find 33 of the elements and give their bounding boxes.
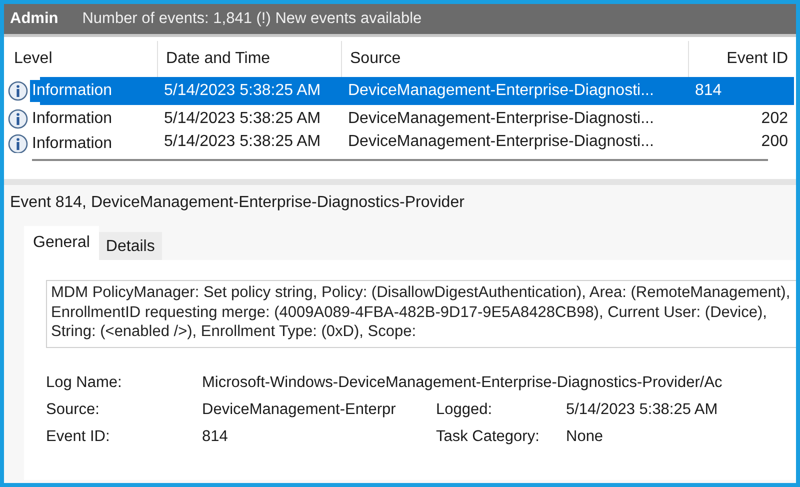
event-message: MDM PolicyManager: Set policy string, Policy: (DisallowDigestAuthentication), Area: (RemoteManagement), EnrollmentID requesting merge: (4009A089-4FBA-482B-9D17-9E5A8428CB98), Current User: (Device), String: (<enabled />), Enrollment Type: (0xD), Scope:	[46, 280, 796, 348]
table-cell-text: 5/14/2023 5:38:25 AM	[163, 133, 322, 151]
column-header[interactable]: Level	[6, 41, 158, 77]
table-cell-text: DeviceManagement-Enterprise-Diagnosti...	[347, 110, 655, 128]
field-value: DeviceManagement-Enterpr	[202, 401, 397, 419]
column-header[interactable]: Event ID	[689, 41, 794, 77]
tab[interactable]: Details	[98, 232, 162, 260]
pane-title: Admin	[10, 10, 58, 28]
tab[interactable]: General	[24, 226, 99, 260]
field-label: Event ID:	[46, 428, 111, 446]
field-value: Microsoft-Windows-DeviceManagement-Enterprise-Diagnostics-Provider/Ac	[202, 374, 724, 392]
table-row[interactable]: Information 5/14/2023 5:38:25 AM DeviceManagement-Enterprise-Diagnosti... 200	[6, 133, 794, 153]
event-title: Event 814, DeviceManagement-Enterprise-Diagnostics-Provider	[10, 194, 466, 212]
table-cell-text: 200	[760, 133, 789, 151]
table-row[interactable]: Information 5/14/2023 5:38:25 AM DeviceManagement-Enterprise-Diagnosti... 814	[6, 77, 794, 105]
field-value: None	[566, 428, 604, 446]
field-label: Log Name:	[46, 374, 123, 392]
table-cell-text: Information	[31, 134, 114, 153]
table-cell-text: DeviceManagement-Enterprise-Diagnosti...	[347, 133, 655, 151]
info-icon	[8, 81, 28, 101]
table-cell-text: 5/14/2023 5:38:25 AM	[163, 110, 322, 128]
scroll-bar[interactable]	[32, 159, 768, 161]
table-row[interactable]: Information 5/14/2023 5:38:25 AM DeviceManagement-Enterprise-Diagnosti... 202	[6, 105, 794, 133]
table-cell-text: 202	[760, 110, 789, 128]
info-icon	[8, 134, 28, 153]
field-value: 814	[202, 428, 229, 446]
field-label: Task Category:	[436, 428, 540, 446]
info-icon	[8, 109, 28, 129]
table-cell-text: Information	[31, 109, 114, 129]
event-count: Number of events: 1,841 (!) New events available	[82, 10, 422, 28]
field-value: 5/14/2023 5:38:25 AM	[566, 401, 719, 419]
field-label: Source:	[46, 401, 100, 419]
field-label: Logged:	[436, 401, 494, 419]
